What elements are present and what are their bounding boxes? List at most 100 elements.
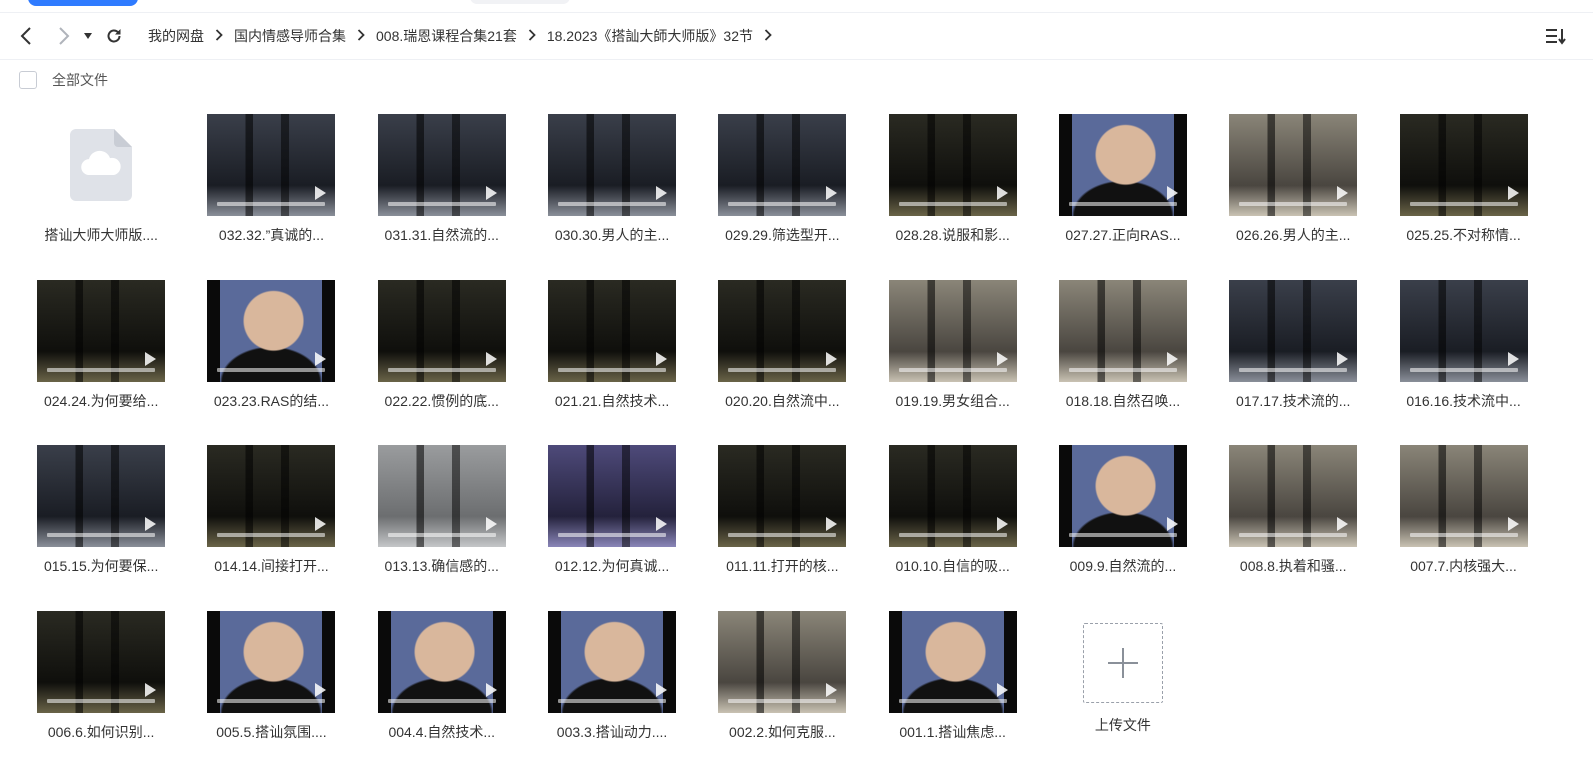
file-name: 搭讪大师大师版.... (44, 225, 158, 245)
folder-item[interactable]: 搭讪大师大师版.... (16, 114, 186, 280)
breadcrumb-item[interactable]: 国内情感导师合集 (232, 26, 348, 46)
subtitle-strip (1069, 368, 1177, 372)
video-file-item[interactable]: 001.1.搭讪焦虑... (867, 611, 1037, 776)
video-file-item[interactable]: 025.25.不对称情... (1378, 114, 1548, 280)
subtitle-strip (728, 202, 836, 206)
subtitle-strip (899, 533, 1007, 537)
file-name: 016.16.技术流中... (1406, 391, 1520, 411)
video-file-item[interactable]: 032.32.”真诚的... (186, 114, 356, 280)
caret-down-icon (83, 32, 93, 40)
chevron-right-icon (57, 26, 71, 46)
video-file-item[interactable]: 014.14.间接打开... (186, 445, 356, 611)
play-icon (486, 517, 497, 531)
video-file-item[interactable]: 012.12.为何真诚... (527, 445, 697, 611)
thumbnail-image (718, 280, 846, 382)
video-thumbnail (889, 280, 1017, 382)
video-file-item[interactable]: 019.19.男女组合... (867, 280, 1037, 446)
upload-box[interactable] (1083, 623, 1163, 703)
video-thumbnail (718, 114, 846, 216)
video-thumbnail (889, 114, 1017, 216)
file-name: 009.9.自然流的... (1070, 556, 1177, 576)
subtitle-strip (47, 533, 155, 537)
thumbnail-image (718, 114, 846, 216)
thumbnail-image (37, 445, 165, 547)
play-icon (145, 683, 156, 697)
video-file-item[interactable]: 005.5.搭讪氛围.... (186, 611, 356, 776)
video-file-item[interactable]: 008.8.执着和骚... (1208, 445, 1378, 611)
video-file-item[interactable]: 022.22.惯例的底... (357, 280, 527, 446)
video-file-item[interactable]: 003.3.搭讪动力.... (527, 611, 697, 776)
breadcrumb-item[interactable]: 我的网盘 (146, 26, 206, 46)
thumbnail-image (207, 114, 335, 216)
video-thumbnail (378, 280, 506, 382)
play-icon (1337, 517, 1348, 531)
thumbnail-image (1229, 280, 1357, 382)
video-file-item[interactable]: 010.10.自信的吸... (867, 445, 1037, 611)
breadcrumb-item[interactable]: 18.2023《搭訕大師大师版》32节 (545, 26, 755, 46)
video-file-item[interactable]: 002.2.如何克服... (697, 611, 867, 776)
video-file-item[interactable]: 021.21.自然技术... (527, 280, 697, 446)
video-thumbnail (37, 445, 165, 547)
video-file-item[interactable]: 015.15.为何要保... (16, 445, 186, 611)
thumbnail-image (37, 611, 165, 713)
thumbnail-image (718, 445, 846, 547)
subtitle-strip (1410, 202, 1518, 206)
history-dropdown-button[interactable] (80, 24, 96, 48)
video-file-item[interactable]: 006.6.如何识别... (16, 611, 186, 776)
video-file-item[interactable]: 030.30.男人的主... (527, 114, 697, 280)
play-icon (997, 186, 1008, 200)
subtitle-strip (558, 533, 666, 537)
video-file-item[interactable]: 027.27.正向RAS... (1038, 114, 1208, 280)
video-file-item[interactable]: 026.26.男人的主... (1208, 114, 1378, 280)
file-name: 031.31.自然流的... (385, 225, 499, 245)
play-icon (1508, 352, 1519, 366)
primary-action-button[interactable] (28, 0, 138, 6)
back-button[interactable] (14, 24, 38, 48)
video-file-item[interactable]: 031.31.自然流的... (357, 114, 527, 280)
play-icon (145, 517, 156, 531)
video-file-item[interactable]: 029.29.筛选型开... (697, 114, 867, 280)
video-file-item[interactable]: 009.9.自然流的... (1038, 445, 1208, 611)
sort-button[interactable] (1543, 24, 1567, 48)
upload-file-item[interactable]: 上传文件 (1038, 611, 1208, 776)
video-file-item[interactable]: 024.24.为何要给... (16, 280, 186, 446)
play-icon (826, 186, 837, 200)
video-file-item[interactable]: 028.28.说服和影... (867, 114, 1037, 280)
subtitle-strip (1410, 368, 1518, 372)
video-file-item[interactable]: 011.11.打开的核... (697, 445, 867, 611)
subtitle-strip (1239, 533, 1347, 537)
video-thumbnail (889, 611, 1017, 713)
thumbnail-image (378, 114, 506, 216)
subtitle-strip (47, 699, 155, 703)
play-icon (1337, 186, 1348, 200)
video-file-item[interactable]: 007.7.内核强大... (1378, 445, 1548, 611)
video-file-item[interactable]: 016.16.技术流中... (1378, 280, 1548, 446)
video-file-item[interactable]: 018.18.自然召唤... (1038, 280, 1208, 446)
search-bar-stub[interactable] (470, 0, 570, 4)
subtitle-strip (728, 368, 836, 372)
file-name: 018.18.自然召唤... (1066, 391, 1180, 411)
video-file-item[interactable]: 004.4.自然技术... (357, 611, 527, 776)
video-file-item[interactable]: 020.20.自然流中... (697, 280, 867, 446)
breadcrumb-item[interactable]: 008.瑞恩课程合集21套 (374, 26, 519, 46)
thumbnail-image (1059, 280, 1187, 382)
forward-button[interactable] (52, 24, 76, 48)
subtitle-strip (388, 368, 496, 372)
subtitle-strip (728, 699, 836, 703)
refresh-button[interactable] (102, 24, 126, 48)
play-icon (315, 517, 326, 531)
video-file-item[interactable]: 023.23.RAS的结... (186, 280, 356, 446)
filter-bar: 全部文件 (0, 60, 1593, 100)
video-file-item[interactable]: 017.17.技术流的... (1208, 280, 1378, 446)
thumbnail-image (207, 280, 335, 382)
subtitle-strip (1069, 533, 1177, 537)
upload-label: 上传文件 (1095, 715, 1151, 735)
video-thumbnail (1059, 280, 1187, 382)
file-name: 027.27.正向RAS... (1065, 225, 1180, 245)
select-all-checkbox[interactable] (19, 71, 37, 89)
top-toolbar-stub (0, 0, 1593, 13)
breadcrumb-separator-icon (357, 28, 365, 44)
thumbnail-image (1229, 114, 1357, 216)
file-name: 024.24.为何要给... (44, 391, 158, 411)
video-file-item[interactable]: 013.13.确信感的... (357, 445, 527, 611)
